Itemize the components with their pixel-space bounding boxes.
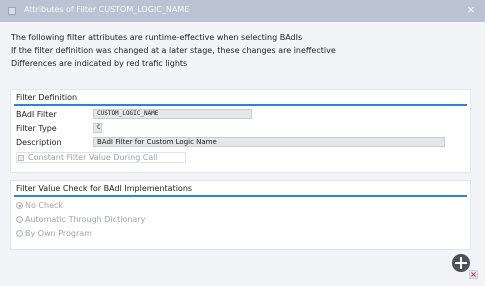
- radio-no-check[interactable]: No Check: [16, 201, 63, 210]
- constant-filter-label: Constant Filter Value During Call: [28, 153, 158, 162]
- constant-filter-checkbox[interactable]: [18, 155, 24, 161]
- filter-type-field[interactable]: C: [93, 123, 102, 133]
- filter-type-label: Filter Type: [16, 124, 57, 133]
- description-field[interactable]: BAdI Filter for Custom Logic Name: [93, 137, 445, 147]
- dialog-title: Attributes of Filter CUSTOM_LOGIC_NAME: [24, 5, 190, 14]
- intro-line: The following filter attributes are runt…: [11, 33, 303, 42]
- filter-definition-title: Filter Definition: [16, 93, 78, 102]
- intro-line: Differences are indicated by red trafic …: [11, 59, 188, 68]
- radio-label: No Check: [25, 201, 64, 210]
- filter-definition-panel: Filter Definition BAdI Filter CUSTOM_LOG…: [10, 89, 471, 173]
- radio-label: By Own Program: [25, 229, 92, 238]
- value-check-title: Filter Value Check for BAdI Implementati…: [16, 184, 193, 193]
- dialog-titlebar[interactable]: Attributes of Filter CUSTOM_LOGIC_NAME ×: [0, 0, 485, 22]
- filter-attributes-dialog: Attributes of Filter CUSTOM_LOGIC_NAME ×…: [0, 0, 485, 286]
- close-icon[interactable]: ×: [465, 4, 477, 16]
- section-divider: [14, 195, 467, 197]
- value-check-panel: Filter Value Check for BAdI Implementati…: [10, 180, 471, 250]
- radio-button[interactable]: [16, 216, 23, 223]
- plus-circle-icon[interactable]: [452, 254, 470, 272]
- dialog-icon: [8, 7, 16, 15]
- section-divider: [14, 104, 467, 106]
- error-badge-icon: ×: [469, 270, 478, 279]
- radio-button[interactable]: [16, 230, 23, 237]
- badi-filter-field[interactable]: CUSTOM_LOGIC_NAME: [93, 109, 252, 119]
- badi-filter-label: BAdI Filter: [16, 110, 57, 119]
- intro-line: If the filter definition was changed at …: [11, 46, 336, 55]
- intro-text: The following filter attributes are runt…: [11, 31, 471, 70]
- description-label: Description: [16, 138, 62, 147]
- radio-own-program[interactable]: By Own Program: [16, 229, 92, 238]
- radio-automatic-dictionary[interactable]: Automatic Through Dictionary: [16, 215, 145, 224]
- radio-label: Automatic Through Dictionary: [25, 215, 146, 224]
- radio-button-selected[interactable]: [16, 202, 23, 209]
